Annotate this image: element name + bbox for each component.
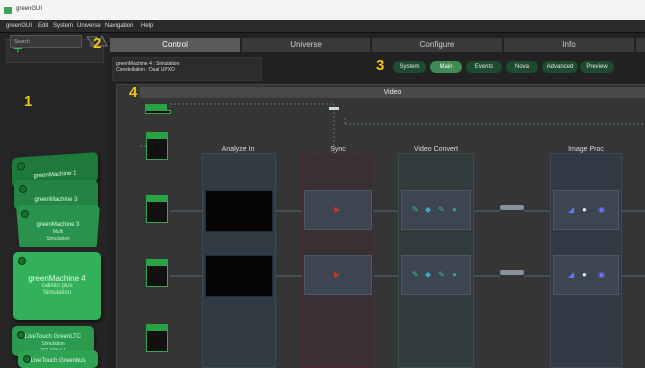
- image-proc-icon: ◢: [568, 270, 575, 279]
- analyze-preview-1[interactable]: [205, 190, 273, 232]
- callout-1: 1: [24, 93, 33, 110]
- video-convert-module-1[interactable]: ✎ ◆ ✎ ●: [401, 190, 471, 230]
- image-proc-icon: ●: [582, 270, 587, 279]
- sync-status-icon: ▶: [334, 205, 341, 214]
- link-pill-2[interactable]: [500, 270, 524, 275]
- convert-icon: ✎: [438, 270, 445, 279]
- convert-icon: ●: [452, 205, 457, 214]
- callout-2: 2: [93, 35, 102, 52]
- input-node-4[interactable]: [146, 324, 168, 352]
- image-proc-icon: ◢: [568, 205, 575, 214]
- input-node-1[interactable]: [146, 132, 168, 160]
- convert-icon: ◆: [425, 205, 432, 214]
- node-tag: [146, 195, 168, 202]
- image-proc-icon: ◉: [598, 270, 605, 279]
- link-pill-1[interactable]: [500, 205, 524, 210]
- image-proc-icon: ●: [582, 205, 587, 214]
- video-convert-module-2[interactable]: ✎ ◆ ✎ ●: [401, 255, 471, 295]
- image-proc-module-1[interactable]: ◢ ● ◉: [553, 190, 619, 230]
- image-proc-icon: ◉: [598, 205, 605, 214]
- section-analyze-in: Analyze In: [221, 146, 255, 153]
- node-tag: [146, 324, 168, 331]
- app-window: greenGUI greenGUI Edit System Universe N…: [0, 0, 645, 368]
- image-proc-module-2[interactable]: ◢ ● ◉: [553, 255, 619, 295]
- node-tag: [146, 132, 168, 139]
- input-node-top[interactable]: [145, 104, 171, 114]
- sync-status-icon: ▶: [334, 270, 341, 279]
- node-tag: [146, 259, 168, 266]
- callout-3: 3: [376, 57, 385, 74]
- input-node-2[interactable]: [146, 195, 168, 223]
- section-video-convert: Video Convert: [413, 146, 459, 153]
- convert-icon: ✎: [438, 205, 445, 214]
- input-node-3[interactable]: [146, 259, 168, 287]
- convert-icon: ◆: [425, 270, 432, 279]
- section-image-proc: Image Proc: [568, 146, 604, 153]
- convert-icon: ✎: [412, 205, 419, 214]
- convert-icon: ●: [452, 270, 457, 279]
- analyze-preview-2[interactable]: [205, 255, 273, 297]
- callout-4: 4: [129, 84, 138, 101]
- convert-icon: ✎: [412, 270, 419, 279]
- node-tag: [145, 104, 167, 111]
- sync-module-2[interactable]: ▶: [304, 255, 372, 295]
- section-sync: Sync: [330, 146, 346, 153]
- sync-module-1[interactable]: ▶: [304, 190, 372, 230]
